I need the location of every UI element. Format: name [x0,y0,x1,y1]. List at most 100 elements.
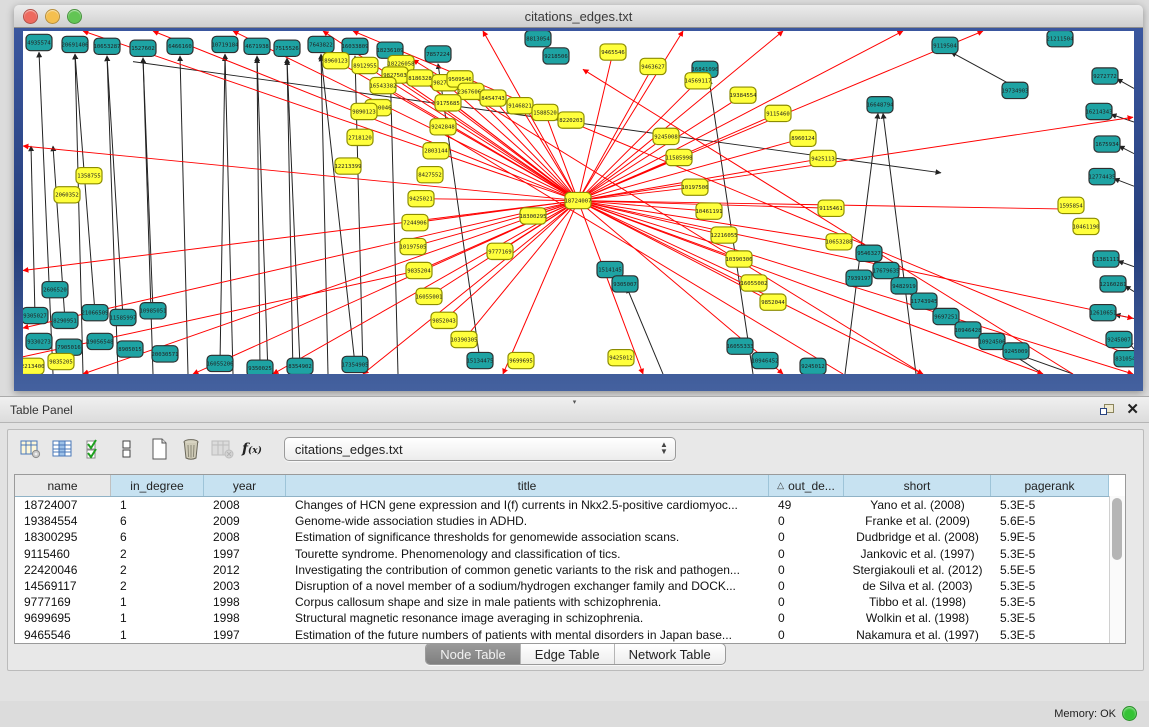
graph-node[interactable]: 10946452 [752,352,779,368]
tab-node-table[interactable]: Node Table [426,644,521,664]
graph-node[interactable]: 10197505 [400,238,427,254]
graph-node[interactable]: 1358755 [76,168,102,184]
table-header-row[interactable]: namein_degreeyeartitle△out_de...shortpag… [15,475,1125,497]
table-row[interactable]: 977716911998Corpus callosum shape and si… [15,594,1125,610]
column-header-name[interactable]: name [15,475,111,496]
table-row[interactable]: 1456911722003Disruption of a novel membe… [15,578,1125,594]
graph-node[interactable]: 19056548 [87,333,114,349]
graph-node[interactable]: 17354905 [342,356,369,372]
graph-node[interactable]: 19734903 [1002,82,1029,98]
citation-network-graph[interactable]: 4935574206914061065328715276026466160107… [23,31,1134,374]
graph-node[interactable]: 19384554 [730,87,758,103]
graph-node[interactable]: 1588520 [532,104,558,120]
graph-node[interactable]: 7857224 [425,46,451,62]
graph-node[interactable]: 16648794 [867,97,895,113]
graph-node[interactable]: 2803144 [423,143,449,159]
graph-node[interactable]: 9242848 [430,119,456,135]
graph-node[interactable]: 9305007 [612,276,638,292]
table-panel-titlebar[interactable]: ▾ Table Panel ✕ [0,397,1149,423]
graph-node[interactable]: 17679635 [873,262,900,278]
table-row[interactable]: 946554611997Estimation of the future num… [15,627,1125,643]
graph-node[interactable]: 10985051 [140,303,167,319]
network-canvas[interactable]: 4935574206914061065328715276026466160107… [23,31,1134,374]
graph-node[interactable]: 6466160 [167,38,193,54]
graph-node[interactable]: 8905015 [117,341,143,357]
new-document-icon[interactable] [146,436,172,462]
vertical-scrollbar[interactable] [1109,496,1125,643]
graph-node[interactable]: 7643822 [308,36,334,52]
column-header-title[interactable]: title [286,475,769,496]
window-titlebar[interactable]: citations_edges.txt [14,5,1143,28]
graph-node[interactable]: 10924506 [979,333,1006,349]
graph-node[interactable]: 9425021 [408,191,434,207]
table-row[interactable]: 911546021997Tourette syndrome. Phenomeno… [15,546,1125,562]
graph-node[interactable]: 14569117 [685,73,712,89]
float-window-icon[interactable] [1100,404,1114,416]
table-row[interactable]: 1830029562008Estimation of significance … [15,529,1125,545]
graph-node[interactable]: 10653287 [94,38,121,54]
trash-icon[interactable] [178,436,204,462]
graph-node[interactable]: 9835204 [406,262,432,278]
column-header-out-de-[interactable]: △out_de... [769,475,844,496]
graph-node[interactable]: 10197506 [682,179,709,195]
column-header-pagerank[interactable]: pagerank [991,475,1109,496]
close-panel-icon[interactable]: ✕ [1126,402,1139,417]
scrollbar-thumb[interactable] [1112,498,1122,560]
graph-node[interactable]: 9175685 [435,95,461,111]
graph-node[interactable]: 9146821 [507,98,533,114]
graph-node[interactable]: 9245009 [1003,343,1029,359]
column-header-year[interactable]: year [204,475,286,496]
graph-node[interactable]: 7244906 [402,214,428,230]
delete-table-icon[interactable] [210,436,236,462]
graph-node[interactable]: 16055001 [416,288,443,304]
graph-node[interactable]: 9463627 [640,58,666,74]
graph-node[interactable]: 10946428 [955,322,982,338]
graph-node[interactable]: 10390305 [451,331,478,347]
graph-node[interactable]: 8186328 [407,70,433,86]
graph-node[interactable]: 9465546 [600,44,626,60]
graph-node[interactable]: 8960123 [323,53,349,69]
graph-node[interactable]: 7939197 [846,270,872,286]
graph-node[interactable]: 9305027 [23,307,48,323]
graph-node[interactable]: 1527602 [130,40,156,56]
row-select-check-icon[interactable] [82,436,108,462]
graph-node[interactable]: 15134475 [467,352,494,368]
graph-node[interactable]: 16055206 [207,355,234,371]
graph-node[interactable]: 11743945 [911,293,938,309]
function-builder-icon[interactable]: f(x) [242,441,262,457]
graph-node[interactable]: 2718120 [347,129,373,145]
graph-node[interactable]: 10653288 [826,234,853,250]
graph-node[interactable]: 11585998 [666,149,693,165]
table-body[interactable]: 1872400712008Changes of HCN gene express… [15,497,1125,644]
graph-node[interactable]: 12160281 [1100,276,1127,292]
graph-node[interactable]: 9482919 [891,278,917,294]
graph-node[interactable]: 9330273 [26,333,52,349]
graph-node[interactable]: 9835205 [48,353,74,369]
graph-node[interactable]: 9119504 [932,37,958,53]
table-settings-icon[interactable] [18,436,44,462]
graph-node[interactable]: 9425012 [608,350,634,366]
graph-node[interactable]: 9890123 [351,103,377,119]
graph-node[interactable]: 9350025 [247,360,273,374]
panel-divider-arrow-icon[interactable]: ▾ [573,398,577,406]
graph-node[interactable]: 9115461 [818,200,844,216]
graph-node[interactable]: 9852044 [760,294,786,310]
tab-network-table[interactable]: Network Table [615,644,725,664]
graph-node[interactable]: 12610651 [1090,305,1117,321]
graph-node[interactable]: 8454743 [480,90,506,106]
graph-node[interactable]: 10461191 [696,203,723,219]
graph-node[interactable]: 9697251 [933,308,959,324]
graph-node[interactable]: 8427552 [417,167,443,183]
graph-node[interactable]: 16055002 [741,275,768,291]
graph-node[interactable]: 9852043 [431,312,457,328]
graph-node[interactable]: 10719184 [212,36,240,52]
graph-node[interactable]: 16214343 [1086,103,1113,119]
graph-node[interactable]: 2606520 [42,282,68,298]
graph-node[interactable]: 9699695 [508,352,534,368]
graph-node[interactable]: 8912955 [352,57,378,73]
tab-edge-table[interactable]: Edge Table [521,644,615,664]
table-row[interactable]: 1938455462009Genome-wide association stu… [15,513,1125,529]
graph-node[interactable]: 16033809 [342,38,369,54]
graph-node[interactable]: 4671938 [244,38,270,54]
graph-node[interactable]: 9115460 [765,105,791,121]
